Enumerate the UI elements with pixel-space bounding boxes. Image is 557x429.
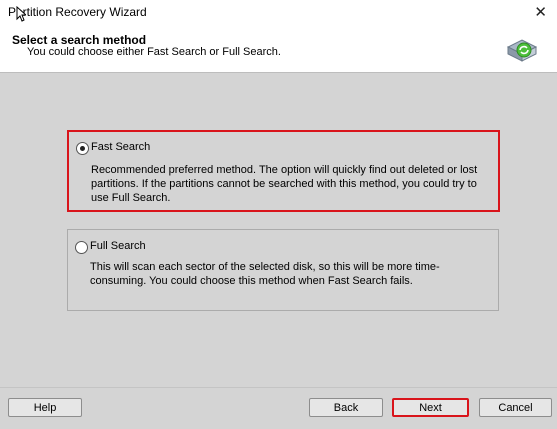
fast-search-description: Recommended preferred method. The option… — [91, 164, 478, 204]
disk-recovery-icon — [506, 39, 538, 62]
fast-search-option[interactable]: Fast Search Recommended preferred method… — [67, 130, 500, 212]
page-subtitle: You could choose either Fast Search or F… — [27, 46, 281, 58]
full-search-description: This will scan each sector of the select… — [90, 261, 440, 287]
mouse-cursor-icon — [16, 6, 26, 22]
page-title: Select a search method — [12, 33, 147, 47]
close-icon[interactable]: ✕ — [534, 3, 547, 21]
title-bar: Partition Recovery Wizard ✕ — [0, 0, 557, 26]
wizard-header: Select a search method You could choose … — [0, 26, 557, 73]
back-button[interactable]: Back — [309, 398, 383, 417]
fast-search-radio[interactable] — [76, 142, 89, 155]
wizard-content: Fast Search Recommended preferred method… — [0, 73, 557, 387]
full-search-radio[interactable] — [75, 241, 88, 254]
help-button[interactable]: Help — [8, 398, 82, 417]
wizard-footer: Help Back Next Cancel — [0, 387, 557, 429]
next-button[interactable]: Next — [392, 398, 469, 417]
full-search-option[interactable]: Full Search This will scan each sector o… — [67, 229, 499, 311]
window-title: Partition Recovery Wizard — [8, 5, 147, 19]
fast-search-label[interactable]: Fast Search — [91, 141, 150, 153]
full-search-label[interactable]: Full Search — [90, 240, 146, 252]
cancel-button[interactable]: Cancel — [479, 398, 552, 417]
